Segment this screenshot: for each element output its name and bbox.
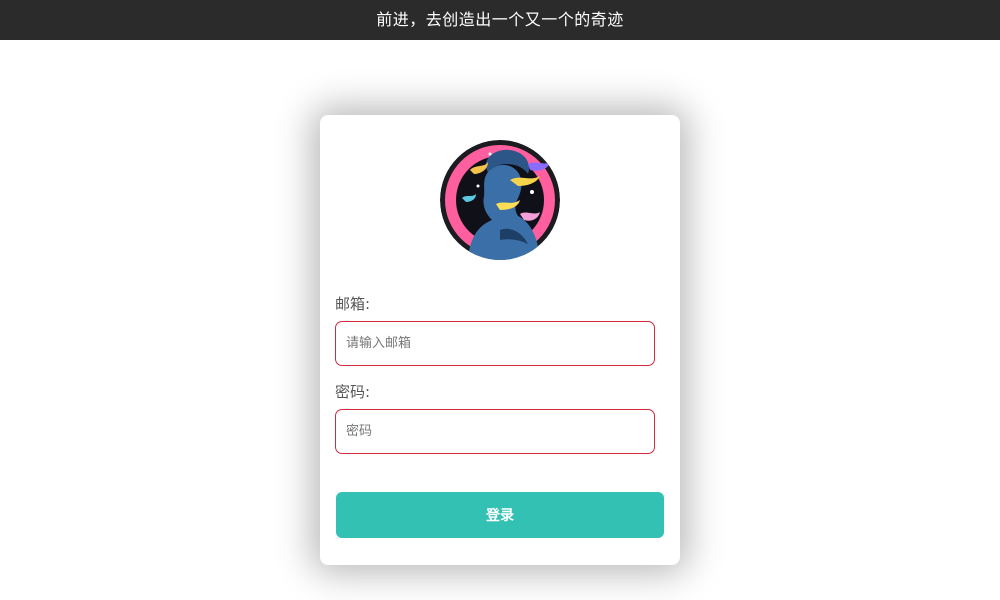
- user-avatar: [440, 140, 560, 260]
- banner-title: 前进，去创造出一个又一个的奇迹: [376, 10, 624, 29]
- top-banner: 前进，去创造出一个又一个的奇迹: [0, 0, 1000, 40]
- email-input[interactable]: [335, 321, 655, 366]
- password-label: 密码:: [335, 383, 371, 401]
- avatar-illustration: [440, 140, 560, 260]
- login-card: 邮箱: 密码: 登录: [320, 115, 680, 565]
- email-label: 邮箱:: [335, 295, 371, 313]
- login-button[interactable]: 登录: [336, 492, 664, 538]
- password-input[interactable]: [335, 409, 655, 454]
